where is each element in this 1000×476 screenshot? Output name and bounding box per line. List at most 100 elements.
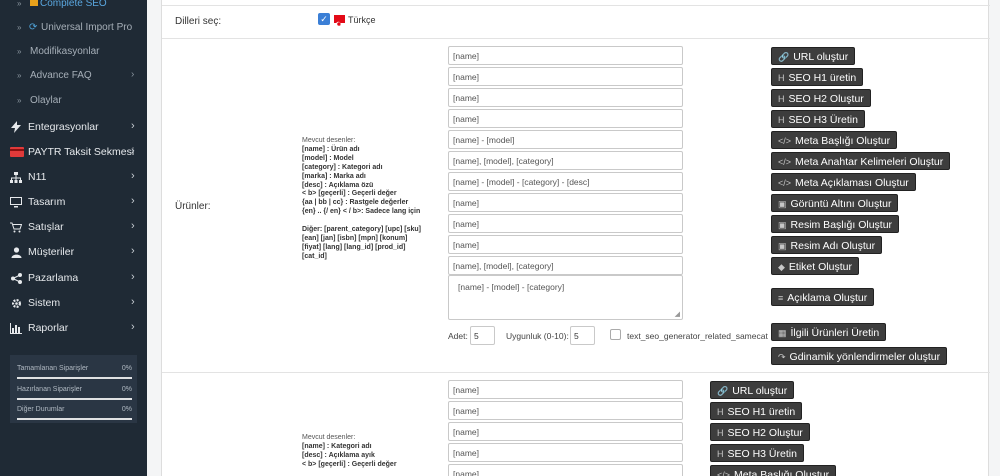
generate-button[interactable]: H SEO H2 Oluştur xyxy=(710,423,810,441)
pattern-input[interactable]: [name] xyxy=(448,88,683,107)
generate-button[interactable]: </> Meta Başlığı Oluştur xyxy=(771,131,898,149)
relevance-input[interactable]: 5 xyxy=(570,326,595,345)
seo-generator-panel: Dilleri seç: ✓ Türkçe Ürünler: Mevcut de… xyxy=(161,0,990,476)
products-pattern-help: Mevcut desenler: [name] : Ürün adı [mode… xyxy=(302,137,432,262)
main-content: Dilleri seç: ✓ Türkçe Ürünler: Mevcut de… xyxy=(147,0,1000,476)
generate-button[interactable]: </> Meta Başlığı Oluştur xyxy=(710,465,837,476)
pattern-input[interactable]: [name] xyxy=(448,193,683,212)
sidebar-item-label: N11 xyxy=(28,171,47,183)
generate-button[interactable]: ▣ Resim Adı Oluştur xyxy=(771,236,883,254)
generate-button[interactable]: ▣ Resim Başlığı Oluştur xyxy=(771,215,900,233)
pattern-line: [marka] : Marka adı xyxy=(302,172,366,180)
generate-related-button[interactable]: ▦ İlgili Ürünleri Üretin xyxy=(771,323,887,341)
pattern-input-value: [name] xyxy=(453,469,479,476)
app: » Complete SEO » ⟳ Universal Import Pro … xyxy=(0,0,1000,476)
generate-button[interactable]: </> Meta Açıklaması Oluştur xyxy=(771,173,916,191)
generate-button[interactable]: 🔗 URL oluştur xyxy=(710,381,795,399)
sidebar-item-label: PAYTR Taksit Sekmesi xyxy=(28,146,135,158)
sidebar-item-sistem[interactable]: Sistem › xyxy=(0,291,147,316)
language-checkbox[interactable]: ✓ xyxy=(318,13,330,25)
chevron-right-icon: › xyxy=(131,296,135,308)
sidebar-item-musteriler[interactable]: Müşteriler › xyxy=(0,240,147,265)
header-icon: H xyxy=(778,115,785,125)
pattern-input[interactable]: [name] xyxy=(448,46,683,65)
button-label: Meta Açıklaması Oluştur xyxy=(795,177,909,189)
pattern-input-value: [name] - [model] - [category] - [desc] xyxy=(453,177,590,187)
gear-icon xyxy=(10,297,22,309)
sidebar-item-label: Satışlar xyxy=(28,221,64,233)
pattern-input-value: [name] xyxy=(453,93,479,103)
sync-icon: ⟳ xyxy=(29,22,38,33)
generate-description-button[interactable]: ≡ Açıklama Oluştur xyxy=(771,288,875,306)
sidebar-item-n11[interactable]: N11 › xyxy=(0,165,147,190)
pattern-input-value: [name] xyxy=(453,51,479,61)
button-icon: 🔗 xyxy=(717,386,729,396)
sidebar-subitem-complete-seo[interactable]: » Complete SEO xyxy=(0,0,147,16)
count-value: 5 xyxy=(474,331,479,341)
divider xyxy=(162,372,990,373)
generate-button[interactable]: ▣ Görüntü Altını Oluştur xyxy=(771,194,899,212)
generate-button[interactable]: 🔗 URL oluştur xyxy=(771,47,856,65)
bar-chart-icon xyxy=(10,322,22,334)
count-input[interactable]: 5 xyxy=(470,326,495,345)
sidebar-item-raporlar[interactable]: Raporlar › xyxy=(0,316,147,341)
double-chevron-icon: » xyxy=(17,71,22,80)
generate-button[interactable]: H SEO H1 üretin xyxy=(771,68,864,86)
pattern-input[interactable]: [name] xyxy=(448,401,683,420)
stat-other-status: Diğer Durumlar 0% xyxy=(17,406,132,420)
sidebar-subitem-modifikasyonlar[interactable]: » Modifikasyonlar xyxy=(0,40,147,64)
sidebar-item-pazarlama[interactable]: Pazarlama › xyxy=(0,266,147,291)
pattern-input[interactable]: [name] xyxy=(448,109,683,128)
same-category-checkbox[interactable] xyxy=(610,329,621,340)
pattern-help-title: Mevcut desenler: xyxy=(302,137,356,144)
pattern-input-value: [name] xyxy=(453,219,479,229)
generate-button[interactable]: </> Meta Anahtar Kelimeleri Oluştur xyxy=(771,152,951,170)
description-pattern-textarea[interactable]: [name] - [model] - [category] ◢ xyxy=(448,275,683,320)
sidebar-item-entegrasyonlar[interactable]: Entegrasyonlar › xyxy=(0,115,147,140)
resize-handle-icon[interactable]: ◢ xyxy=(675,310,680,318)
sidebar-item-paytr[interactable]: PAYTR Taksit Sekmesi › xyxy=(0,140,147,165)
stat-percent: 0% xyxy=(121,365,132,372)
pattern-input[interactable]: [name] xyxy=(448,422,683,441)
generate-button[interactable]: H SEO H3 Üretin xyxy=(771,110,865,128)
sidebar-item-label: Raporlar xyxy=(28,322,69,334)
pattern-input[interactable]: [name] - [model] - [category] - [desc] xyxy=(448,172,683,191)
button-label: Meta Başlığı Oluştur xyxy=(795,135,891,147)
pattern-input[interactable]: [name] xyxy=(448,214,683,233)
sidebar-item-satislar[interactable]: Satışlar › xyxy=(0,215,147,240)
stat-progress-bar xyxy=(17,377,132,379)
pattern-help-title: Mevcut desenler: xyxy=(302,434,356,441)
sidebar-subitem-label: Modifikasyonlar xyxy=(30,46,100,57)
sidebar-item-label: Sistem xyxy=(28,297,61,309)
pattern-input[interactable]: [name] - [model] xyxy=(448,130,683,149)
pattern-input[interactable]: [name] xyxy=(448,464,683,476)
generate-button[interactable]: H SEO H2 Oluştur xyxy=(771,89,871,107)
monitor-icon xyxy=(10,196,22,208)
tag-icon: ◆ xyxy=(778,262,785,272)
sidebar-subitem-universal-import[interactable]: » ⟳ Universal Import Pro xyxy=(0,16,147,40)
generate-button[interactable]: H SEO H3 Üretin xyxy=(710,444,804,462)
count-label: Adet: xyxy=(448,331,468,341)
sidebar: » Complete SEO » ⟳ Universal Import Pro … xyxy=(0,0,147,476)
pattern-input[interactable]: [name] xyxy=(448,235,683,254)
turkey-flag-icon xyxy=(334,15,345,27)
pattern-line: {en} .. {/ en} < / b>: Sadece lang için xyxy=(302,208,421,216)
generate-redirects-button[interactable]: ↷ Gdinamik yönlendirmeler oluştur xyxy=(771,347,948,365)
pattern-input[interactable]: [name] xyxy=(448,380,683,399)
sidebar-item-tasarim[interactable]: Tasarım › xyxy=(0,190,147,215)
relevance-label: Uygunluk (0-10): xyxy=(506,331,569,341)
pattern-input[interactable]: [name] xyxy=(448,67,683,86)
pattern-input-value: [name] xyxy=(453,198,479,208)
divider xyxy=(162,5,990,6)
sidebar-subitem-olaylar[interactable]: » Olaylar xyxy=(0,89,147,113)
pattern-input[interactable]: [name] xyxy=(448,443,683,462)
sidebar-subitem-advance-faq[interactable]: » Advance FAQ › xyxy=(0,64,147,88)
pattern-line: Diğer: [parent_category] [upc] [sku] xyxy=(302,226,422,234)
pattern-input[interactable]: [name], [model], [category] xyxy=(448,256,683,275)
generate-button[interactable]: ◆ Etiket Oluştur xyxy=(771,257,859,275)
pattern-input-value: [name] xyxy=(453,406,479,416)
divider xyxy=(162,38,990,39)
pattern-input[interactable]: [name], [model], [category] xyxy=(448,151,683,170)
generate-button[interactable]: H SEO H1 üretin xyxy=(710,402,803,420)
chevron-right-icon: › xyxy=(131,271,135,283)
